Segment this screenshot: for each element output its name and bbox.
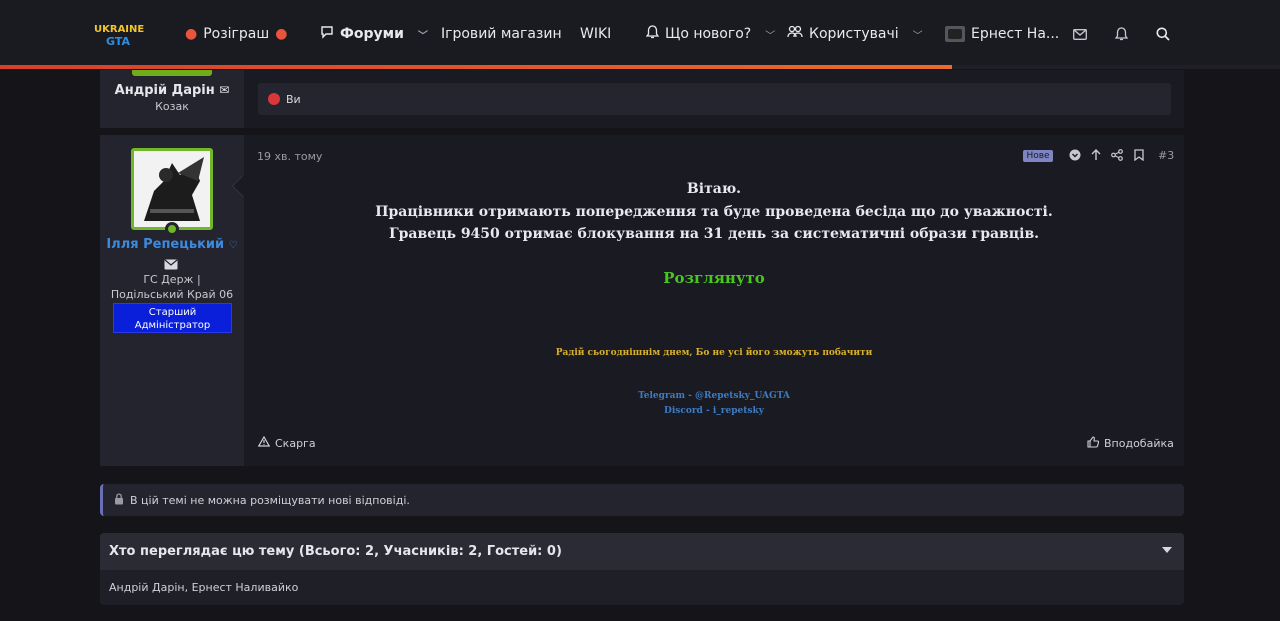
- post-author-label: Ілля Репецький: [106, 237, 225, 252]
- post-text-line: Працівники отримають попередження та буд…: [375, 204, 1053, 220]
- signature-quote: Радій сьогоднішнім днем, Бо не усі його …: [555, 348, 873, 358]
- post-user-panel: [100, 70, 244, 128]
- post-text-line: Гравець 9450 отримає блокування на 31 де…: [388, 226, 1040, 242]
- post-number[interactable]: #3: [1158, 149, 1174, 162]
- nav-account-label: Ернест На...: [971, 26, 1060, 42]
- bell-icon: [645, 25, 660, 43]
- svg-text:GTA: GTA: [106, 35, 130, 48]
- post-timestamp[interactable]: 19 хв. тому: [257, 150, 322, 163]
- top-navbar: UKRAINE GTA ● Розіграш ● Форуми ﹀ Ігрови…: [0, 0, 1280, 66]
- nav-users[interactable]: Користувачі ﹀: [787, 24, 923, 44]
- arrow-up-icon[interactable]: [1089, 148, 1103, 162]
- account-avatar: [945, 26, 965, 42]
- watchers-list: Андрій Дарін, Ернест Наливайко: [100, 570, 1184, 605]
- nav-giveaway-label: Розіграш: [203, 26, 270, 42]
- nav-forums-label: Форуми: [340, 26, 404, 42]
- chevron-down-icon[interactable]: ﹀: [418, 27, 428, 42]
- nav-wiki[interactable]: WIKI: [580, 24, 611, 44]
- user-title-line: Подільський Край 06: [110, 288, 234, 301]
- user-title: Козак: [155, 100, 189, 113]
- reactions-bar[interactable]: Ви: [258, 83, 1171, 115]
- nav-account[interactable]: Ернест На...: [945, 24, 1059, 44]
- user-banner: Старший Адміністратор: [113, 303, 232, 333]
- envelope-icon[interactable]: ✉: [219, 83, 229, 97]
- share-icon[interactable]: [1110, 148, 1124, 162]
- reaction-users[interactable]: Ви: [286, 93, 301, 106]
- heart-icon: ♡: [228, 240, 238, 251]
- envelope-icon[interactable]: [164, 255, 180, 270]
- signature-discord: Discord - i_repetsky: [664, 406, 764, 416]
- pumpkin-icon: ●: [185, 26, 198, 42]
- pumpkin-icon: ●: [275, 26, 288, 42]
- thread-locked-notice: В цій темі не можна розміщувати нові від…: [100, 484, 1184, 516]
- post-author[interactable]: Ілля Репецький ♡: [100, 237, 244, 252]
- caret-down-icon[interactable]: [1162, 547, 1172, 553]
- scroll-progress-bar: [0, 65, 952, 69]
- site-logo[interactable]: UKRAINE GTA: [92, 20, 146, 50]
- watchers-header[interactable]: Хто переглядає цю тему (Всього: 2, Учасн…: [100, 533, 1184, 570]
- like-button[interactable]: Вподобайка: [1087, 436, 1174, 451]
- nav-whats-new-label: Що нового?: [665, 26, 752, 42]
- nav-wiki-label: WIKI: [580, 26, 612, 42]
- envelope-icon[interactable]: [1071, 25, 1089, 43]
- notice-text: В цій темі не можна розміщувати нові від…: [130, 493, 410, 507]
- user-title: ГС Держ | Подільський Край 06: [104, 272, 240, 302]
- warning-icon: [257, 435, 271, 450]
- report-label: Скарга: [275, 436, 316, 450]
- nav-giveaway[interactable]: ● Розіграш ●: [185, 24, 287, 44]
- chevron-down-icon[interactable]: ﹀: [765, 27, 775, 42]
- users-icon: [787, 25, 803, 43]
- post-author-label: Андрій Дарін: [114, 83, 215, 98]
- online-status-icon: [165, 222, 179, 236]
- report-button[interactable]: Скарга: [257, 435, 316, 450]
- watchers-title: Хто переглядає цю тему (Всього: 2, Учасн…: [109, 544, 562, 559]
- bell-icon[interactable]: [1112, 25, 1130, 43]
- status-text: Розглянуто: [663, 269, 765, 287]
- search-icon[interactable]: [1154, 25, 1172, 43]
- like-label: Вподобайка: [1104, 437, 1174, 450]
- chevron-down-icon[interactable]: ﹀: [913, 27, 923, 42]
- user-banner-line: Старший: [148, 307, 197, 318]
- post-text-line: Вітаю.: [686, 181, 742, 197]
- user-banner-line: Адміністратор: [134, 320, 211, 331]
- lock-icon: [114, 492, 124, 508]
- user-title-line: ГС Держ |: [143, 273, 201, 286]
- avatar[interactable]: [132, 70, 212, 76]
- chat-icon: [320, 25, 334, 43]
- nav-shop-label: Ігровий магазин: [441, 26, 562, 42]
- nav-shop[interactable]: Ігровий магазин: [441, 24, 562, 44]
- heart-reaction-icon: [268, 93, 280, 105]
- nav-users-label: Користувачі: [809, 26, 899, 42]
- nav-whats-new[interactable]: Що нового? ﹀: [645, 24, 775, 44]
- check-circle-icon[interactable]: [1068, 148, 1082, 162]
- nav-forums[interactable]: Форуми ﹀: [320, 24, 428, 44]
- post-author[interactable]: Андрій Дарін ✉: [100, 83, 244, 98]
- bookmark-icon[interactable]: [1132, 148, 1146, 162]
- new-badge: Нове: [1023, 150, 1053, 162]
- signature-telegram: Telegram - @Repetsky_UAGTA: [638, 391, 790, 401]
- avatar[interactable]: [131, 148, 213, 230]
- svg-text:UKRAINE: UKRAINE: [94, 24, 144, 35]
- thumbs-up-icon: [1087, 436, 1100, 451]
